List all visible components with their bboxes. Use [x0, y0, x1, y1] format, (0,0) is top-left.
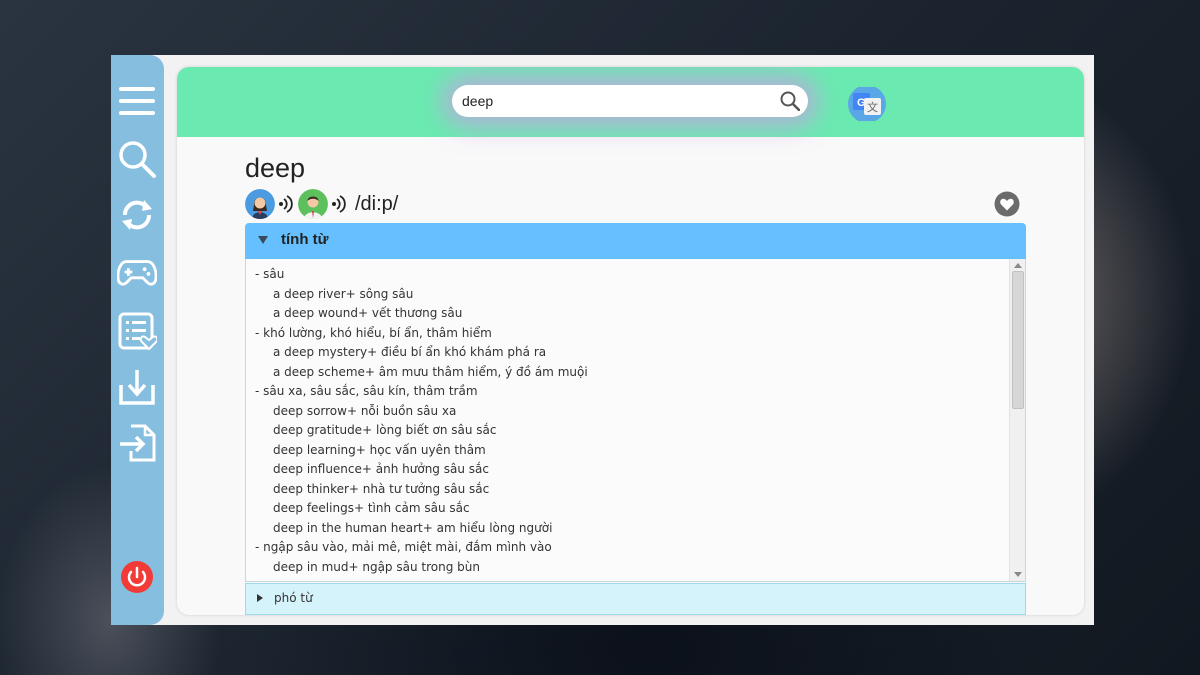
sound-icon[interactable]: [331, 195, 347, 213]
word-title: deep: [245, 153, 306, 183]
example-line: a deep wound+ vết thương sâu: [273, 306, 463, 320]
example-line: a deep mystery+ điều bí ẩn khó khám phá …: [273, 345, 547, 359]
google-translate-icon[interactable]: G文: [847, 85, 887, 123]
example-line: deep sorrow+ nỗi buồn sâu xa: [273, 403, 457, 418]
main-panel: G文 deep /di:p/ tính từ: [177, 67, 1084, 615]
search-icon[interactable]: [117, 139, 157, 179]
example-line: deep gratitude+ lòng biết ơn sâu sắc: [273, 423, 497, 437]
menu-icon[interactable]: [117, 81, 157, 121]
example-line: a deep river+ sông sâu: [273, 286, 414, 301]
power-icon[interactable]: [117, 557, 157, 597]
vertical-scrollbar[interactable]: [1009, 259, 1025, 581]
section-adjective: tính từ - sâu a deep river+ sông sâu a dee…: [245, 223, 1026, 582]
svg-text:文: 文: [867, 100, 878, 114]
scroll-up-arrow[interactable]: [1014, 263, 1022, 268]
section-adverb[interactable]: phó từ: [245, 583, 1026, 615]
example-line: deep in mud+ ngập sâu trong bùn: [273, 559, 480, 574]
search-input[interactable]: [462, 85, 762, 117]
heart-icon[interactable]: [994, 191, 1020, 217]
scroll-thumb[interactable]: [1012, 271, 1024, 409]
female-avatar-icon: [245, 189, 275, 219]
caret-down-icon: [258, 236, 268, 244]
dictionary-app-window: G文 deep /di:p/ tính từ: [111, 55, 1094, 625]
section-label: phó từ: [274, 591, 313, 605]
meaning-line: - sâu: [255, 267, 285, 281]
download-icon[interactable]: [117, 367, 157, 407]
example-line: a deep scheme+ âm mưu thâm hiểm, ý đồ ám…: [273, 364, 588, 379]
example-line: deep influence+ ảnh hưởng sâu sắc: [273, 462, 489, 476]
import-icon[interactable]: [117, 423, 157, 463]
example-line: deep in the human heart+ am hiểu lòng ng…: [273, 520, 553, 535]
section-header[interactable]: tính từ: [245, 223, 1026, 259]
meaning-line: - ngập sâu vào, mải mê, miệt mài, đắm mì…: [255, 540, 552, 554]
favorites-list-icon[interactable]: [117, 311, 157, 351]
example-line: deep learning+ học vấn uyên thâm: [273, 442, 486, 457]
phonetic-transcription: /di:p/: [355, 193, 399, 215]
refresh-icon[interactable]: [117, 195, 157, 235]
sidebar: [111, 55, 164, 625]
search-box: [452, 85, 808, 117]
top-bar: G文: [177, 67, 1084, 137]
example-line: deep feelings+ tình cảm sâu sắc: [273, 501, 470, 515]
search-icon[interactable]: [780, 91, 801, 112]
meaning-line: - khó lường, khó hiểu, bí ẩn, thâm hiểm: [255, 325, 492, 340]
sound-icon[interactable]: [278, 195, 294, 213]
pronunciation-row: /di:p/: [245, 189, 945, 221]
example-line: deep thinker+ nhà tư tưởng sâu sắc: [273, 481, 490, 496]
male-avatar-icon: [298, 189, 328, 219]
caret-right-icon: [257, 594, 263, 602]
gamepad-icon[interactable]: [117, 253, 157, 293]
meaning-line: - sâu xa, sâu sắc, sâu kín, thâm trầm: [255, 384, 478, 398]
scroll-down-arrow[interactable]: [1014, 572, 1022, 577]
definition-content[interactable]: - sâu a deep river+ sông sâu a deep wound+…: [245, 259, 1026, 582]
section-label: tính từ: [281, 231, 329, 248]
definition-list: - sâu a deep river+ sông sâu a deep wound+…: [246, 265, 1006, 577]
